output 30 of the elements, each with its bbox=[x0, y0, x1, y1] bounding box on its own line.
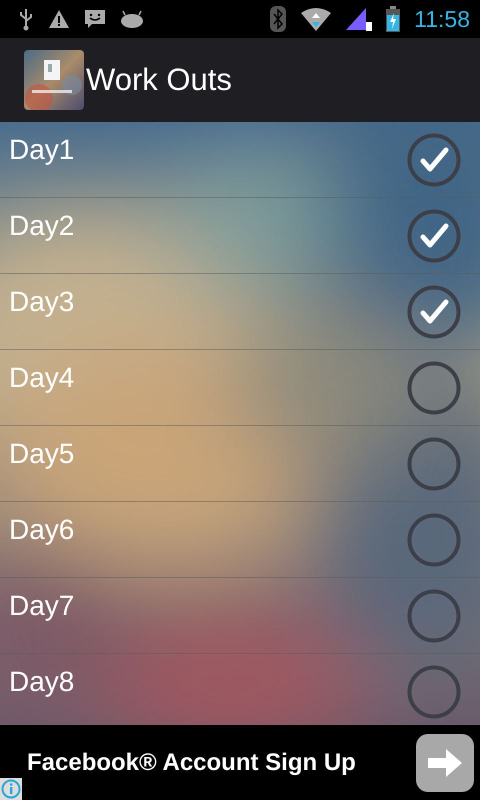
wifi-icon bbox=[300, 7, 332, 31]
usb-icon bbox=[18, 7, 34, 31]
day-label: Day6 bbox=[9, 514, 74, 546]
day-label: Day5 bbox=[9, 438, 74, 470]
unchecked-checkbox[interactable] bbox=[406, 436, 462, 492]
checked-checkbox[interactable] bbox=[406, 208, 462, 264]
arrow-icon bbox=[428, 748, 462, 776]
clock-time: 11:58 bbox=[414, 6, 470, 32]
day-label: Day1 bbox=[9, 134, 74, 166]
bluetooth-icon bbox=[270, 6, 286, 32]
warning-icon bbox=[48, 9, 70, 29]
unchecked-checkbox[interactable] bbox=[406, 588, 462, 644]
signal-icon bbox=[346, 7, 372, 31]
battery-icon bbox=[386, 6, 400, 32]
message-icon bbox=[84, 8, 106, 30]
ad-text[interactable]: Facebook® Account Sign Up bbox=[27, 748, 416, 776]
day-label: Day2 bbox=[9, 210, 74, 242]
robot-icon bbox=[120, 10, 144, 28]
arrow-button[interactable] bbox=[416, 734, 474, 792]
unchecked-checkbox[interactable] bbox=[406, 512, 462, 568]
info-icon[interactable] bbox=[0, 778, 22, 800]
day-label: Day7 bbox=[9, 590, 74, 622]
unchecked-checkbox[interactable] bbox=[406, 360, 462, 416]
app-title: Work Outs bbox=[86, 62, 232, 98]
unchecked-checkbox[interactable] bbox=[406, 664, 462, 720]
day-label: Day8 bbox=[9, 666, 74, 698]
checked-checkbox[interactable] bbox=[406, 284, 462, 340]
day-label: Day3 bbox=[9, 286, 74, 318]
checked-checkbox[interactable] bbox=[406, 132, 462, 188]
day-label: Day4 bbox=[9, 362, 74, 394]
